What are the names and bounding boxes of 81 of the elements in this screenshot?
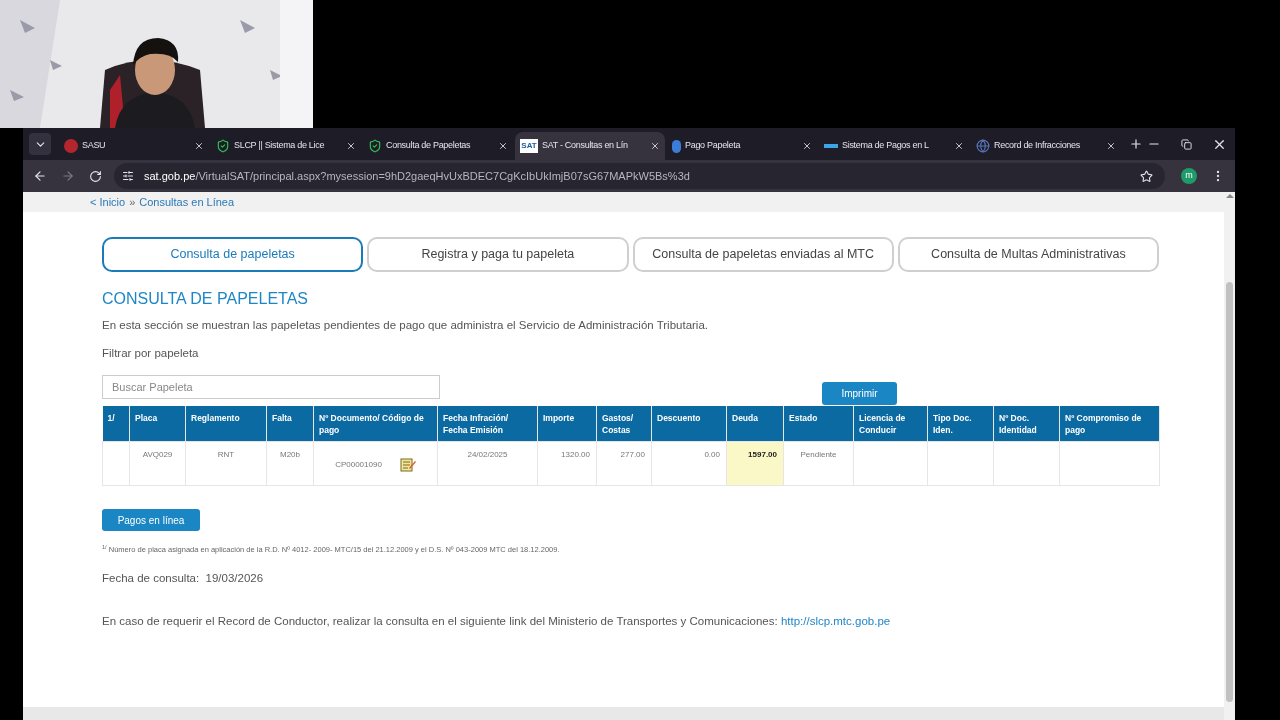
tab-title: Consulta de Papeletas [386,139,472,153]
table-cell: 0.00 [651,441,727,486]
shield-icon [216,139,230,153]
tab-title: Sistema de Pagos en L [842,139,930,153]
globe-icon [976,139,990,153]
print-button[interactable]: Imprimir [822,381,897,405]
table-cell: RNT [185,441,267,486]
column-header: Estado [783,405,854,442]
browser-tab[interactable]: SAT SAT - Consultas en Lín [515,132,665,160]
cell-text: CP00001090 [335,458,382,471]
close-icon[interactable] [954,141,964,151]
browser-tab[interactable]: SASU [59,132,209,160]
record-note: En caso de requerir el Record de Conductor, realizar la consulta en el siguiente link del Ministerio de Transportes y Comunicaciones: http://slcp.mtc.gob.pe [102,613,892,629]
drop-icon [672,139,681,153]
tab-title: SASU [82,139,107,153]
browser-tab[interactable]: Record de Infracciones [971,132,1121,160]
query-date: Fecha de consulta: 19/03/2026 [102,571,265,587]
tab-list-button[interactable] [29,133,51,155]
page-tab[interactable]: Consulta de papeletas enviadas al MTC [632,237,894,272]
close-icon[interactable] [346,141,356,151]
restore-icon[interactable] [1181,138,1192,150]
breadcrumb-separator: » [129,194,136,210]
tab-title: SLCP || Sistema de Lice [234,139,326,153]
online-payment-button[interactable]: Pagos en línea [102,509,200,531]
column-header: Fecha Infración/ Fecha Emisión [437,405,538,442]
close-icon[interactable] [194,141,204,151]
browser-tab[interactable]: Consulta de Papeletas [363,132,513,160]
column-header: Importe [537,405,597,442]
search-field[interactable]: Buscar Papeleta [102,374,440,399]
description-text: En esta sección se muestran las papeletas pendientes de pago que administra el Servicio de Administración Tributaria. [102,318,709,333]
tab-title: Pago Papeleta [685,139,742,153]
table-cell: Pendiente [783,441,854,486]
close-icon[interactable] [802,141,812,151]
column-header: Licencia de Conducir [853,405,928,442]
table-cell: AVQ029 [129,441,186,486]
site-logo: SAT [520,139,538,153]
browser-tab[interactable]: Sistema de Pagos en L [819,132,969,160]
close-icon[interactable] [498,141,508,151]
page-title: CONSULTA DE PAPELETAS [102,289,309,309]
home-link[interactable]: < Inicio [90,193,126,211]
column-header: Nº Compromiso de pago [1059,405,1160,442]
tab-title: Record de Infracciones [994,139,1081,153]
address-bar[interactable]: sat.gob.pe/VirtualSAT/principal.aspx?mysession=9hD2gaeqHvUxBDEC7CgKcIbUkImjB07sG67MAPkW5Bs%3d [114,163,1165,189]
scrollbar[interactable] [1224,192,1235,720]
site-info-icon[interactable] [122,170,134,182]
column-header: Falta [266,405,314,442]
column-header: Reglamento [185,405,267,442]
table-cell: 1320.00 [537,441,597,486]
column-header: Nº Doc. Identidad [993,405,1060,442]
mtc-link[interactable]: http://slcp.mtc.gob.pe [780,614,891,627]
table-cell: 1597.00 [726,441,784,486]
close-icon[interactable] [650,141,660,151]
column-header: Placa [129,405,186,442]
close-icon[interactable] [1106,141,1116,151]
column-header: 1/ [102,405,130,442]
filter-label: Filtrar por papeleta [102,346,200,362]
column-header: Gastos/ Costas [596,405,652,442]
tab-title: SAT - Consultas en Lín [542,139,629,153]
new-tab-icon[interactable] [1129,137,1143,151]
breadcrumb-link[interactable]: Consultas en Línea [139,193,235,211]
forward-icon[interactable] [61,169,75,183]
page-tab[interactable]: Registra y paga tu papeleta [367,237,629,272]
column-header: Deuda [726,405,784,442]
back-icon[interactable] [33,169,47,183]
shield-icon [368,139,382,153]
browser-tab[interactable]: SLCP || Sistema de Lice [211,132,361,160]
star-icon[interactable] [1140,169,1153,183]
dash-icon [824,144,838,148]
profile-avatar[interactable]: m [1181,168,1197,184]
column-header: Nº Documento/ Código de pago [313,405,438,442]
page-tab[interactable]: Consulta de papeletas [102,237,364,272]
edit-note-icon[interactable] [399,457,416,472]
column-header: Descuento [651,405,727,442]
url-text: sat.gob.pe/VirtualSAT/principal.aspx?mysession=9hD2gaeqHvUxBDEC7CgKcIbUkImjB07sG67MAPkW5Bs%3d [144,168,691,184]
page-tab[interactable]: Consulta de Multas Administrativas [897,237,1159,272]
table-cell: 24/02/2025 [437,441,538,486]
browser-tab[interactable]: Pago Papeleta [667,132,817,160]
reload-icon[interactable] [89,169,102,183]
table-cell: 277.00 [596,441,652,486]
table-cell: M20b [266,441,314,486]
column-header: Tipo Doc. Iden. [927,405,994,442]
